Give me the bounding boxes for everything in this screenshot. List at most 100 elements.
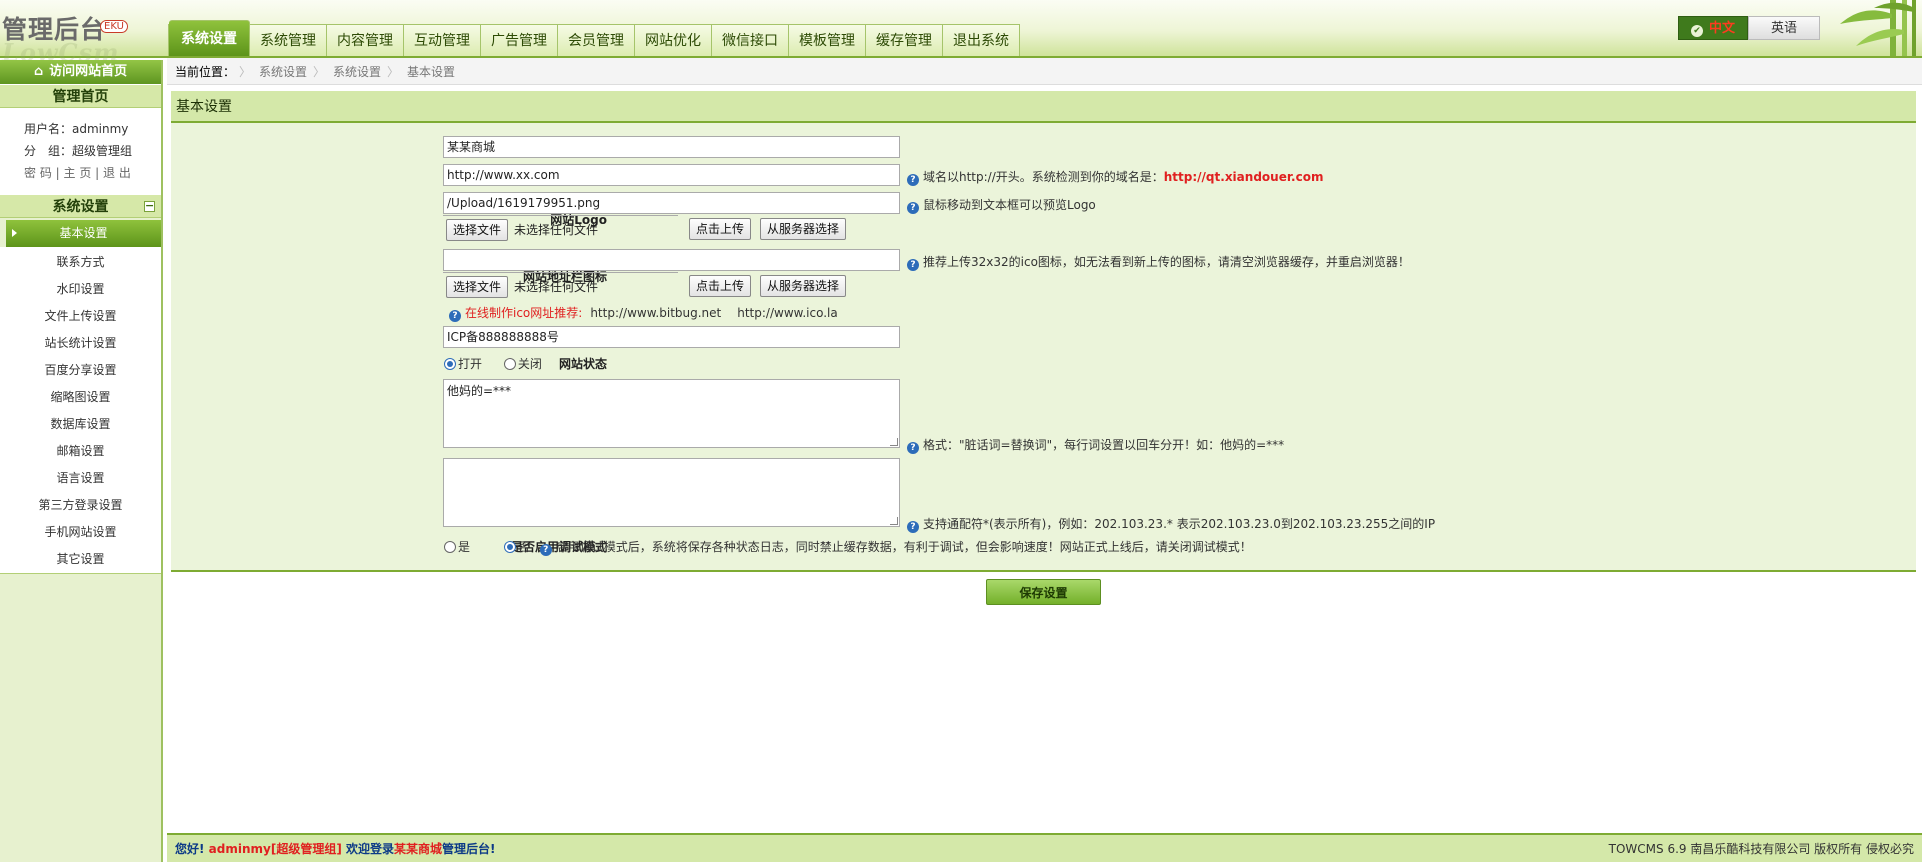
- ip-filter-hint: ? 支持通配符*(表示所有)，例如：202.103.23.* 表示202.103.…: [907, 515, 1435, 533]
- favicon-file-picker: 选择文件 未选择任何文件: [443, 272, 678, 300]
- breadcrumb-item[interactable]: 基本设置: [387, 63, 467, 80]
- site-name-input[interactable]: 某某商城: [443, 136, 900, 158]
- welcome-message: 您好! adminmy[超级管理组] 欢迎登录某某商城管理后台!: [175, 840, 496, 857]
- save-settings-button[interactable]: 保存设置: [986, 579, 1101, 605]
- tab-ad-management[interactable]: 广告管理: [481, 24, 558, 56]
- word-filter-textarea[interactable]: 他妈的=***: [443, 379, 900, 448]
- site-domain-hint-text: 域名以http://开头。系统检测到你的域名是：: [923, 170, 1164, 184]
- bamboo-decoration-icon: [1840, 0, 1916, 56]
- site-logo-input[interactable]: /Upload/1619179951.png: [443, 192, 900, 214]
- resize-handle-icon[interactable]: [890, 517, 898, 525]
- breadcrumb-item[interactable]: 系统设置: [313, 63, 393, 80]
- sidebar-item-file-upload[interactable]: 文件上传设置: [0, 303, 161, 330]
- sidebar-item-thumbnail[interactable]: 缩略图设置: [0, 384, 161, 411]
- sidebar-item-watermark[interactable]: 水印设置: [0, 276, 161, 303]
- visit-site-label: 访问网站首页: [49, 64, 128, 79]
- favicon-input[interactable]: [443, 249, 900, 271]
- username: 用户名：adminmy: [24, 122, 129, 136]
- sidebar-item-mobile-site[interactable]: 手机网站设置: [0, 519, 161, 546]
- site-logo-hint-text: 鼠标移动到文本框可以预览Logo: [923, 198, 1096, 212]
- icp-input[interactable]: ICP备888888888号: [443, 326, 900, 348]
- tab-logout[interactable]: 退出系统: [943, 24, 1020, 56]
- ip-filter-textarea[interactable]: [443, 458, 900, 527]
- logo-no-file-text: 未选择任何文件: [514, 223, 599, 237]
- status-closed-radio[interactable]: [503, 358, 516, 370]
- sidebar-item-contact[interactable]: 联系方式: [0, 249, 161, 276]
- status-open-radio[interactable]: [444, 358, 456, 370]
- site-domain-input[interactable]: http://www.xx.com: [443, 164, 900, 186]
- home-icon: ⌂: [33, 64, 44, 79]
- favicon-server-select-button[interactable]: 从服务器选择: [760, 275, 847, 297]
- detected-domain: http://qt.xiandouer.com: [1163, 170, 1324, 184]
- word-filter-hint-text: 格式："脏话词=替换词"，每行词设置以回车分开！如：他妈的=***: [923, 438, 1285, 452]
- tab-system-settings[interactable]: 系统设置: [169, 20, 250, 56]
- sidebar-item-other[interactable]: 其它设置: [0, 546, 161, 573]
- tab-member-management[interactable]: 会员管理: [558, 24, 635, 56]
- favicon-recommend: ? 在线制作ico网址推荐: http://www.bitbug.net http:/…: [449, 304, 838, 322]
- tab-interaction-management[interactable]: 互动管理: [404, 24, 481, 56]
- logo-upload-button[interactable]: 点击上传: [689, 218, 752, 240]
- side-menu: 基本设置 联系方式 水印设置 文件上传设置 站长统计设置 百度分享设置 缩略图设…: [0, 220, 161, 574]
- ip-filter-hint-text: 支持通配符*(表示所有)，例如：202.103.23.* 表示202.103.2…: [923, 517, 1436, 531]
- debug-no-label: 否: [517, 540, 530, 554]
- favicon-hint-text: 推荐上传32x32的ico图标，如无法看到新上传的图标，请清空浏览器缓存，并重启…: [923, 255, 1410, 269]
- home-link[interactable]: 主 页: [64, 166, 92, 180]
- tab-content-management[interactable]: 内容管理: [327, 24, 404, 56]
- help-icon: ?: [907, 174, 919, 186]
- lang-english-button[interactable]: 英语: [1748, 16, 1820, 40]
- welcome-site: 某某商城: [394, 842, 443, 856]
- welcome-prefix: 您好!: [175, 842, 205, 856]
- debug-yes-radio[interactable]: [444, 541, 456, 553]
- sidebar: ⌂ 访问网站首页 管理首页 用户名：adminmy 分 组：超级管理组 密 码 |…: [0, 60, 163, 862]
- system-settings-section[interactable]: 系统设置 −: [0, 194, 161, 218]
- footer: 您好! adminmy[超级管理组] 欢迎登录某某商城管理后台! TOWCMS …: [167, 833, 1922, 862]
- tab-seo[interactable]: 网站优化: [635, 24, 712, 56]
- favicon-recommend-label: 在线制作ico网址推荐:: [465, 306, 583, 320]
- breadcrumb-item[interactable]: 系统设置: [239, 63, 319, 80]
- bitbug-link[interactable]: http://www.bitbug.net: [590, 306, 721, 320]
- sidebar-item-site-stats[interactable]: 站长统计设置: [0, 330, 161, 357]
- help-icon: ?: [907, 202, 919, 214]
- site-logo-hint: ? 鼠标移动到文本框可以预览Logo: [907, 196, 1096, 214]
- change-password-link[interactable]: 密 码: [24, 166, 52, 180]
- check-icon: ✔: [1690, 25, 1703, 37]
- tab-template-management[interactable]: 模板管理: [789, 24, 866, 56]
- favicon-hint: ? 推荐上传32x32的ico图标，如无法看到新上传的图标，请清空浏览器缓存，并重…: [907, 253, 1410, 271]
- site-domain-hint: ? 域名以http://开头。系统检测到你的域名是：http://qt.xiand…: [907, 168, 1323, 186]
- debug-no-radio[interactable]: [503, 541, 516, 553]
- tab-wechat-api[interactable]: 微信接口: [712, 24, 789, 56]
- user-info: 用户名：adminmy 分 组：超级管理组 密 码 | 主 页 | 退 出: [0, 108, 161, 194]
- resize-handle-icon[interactable]: [890, 438, 898, 446]
- logout-link[interactable]: 退 出: [103, 166, 131, 180]
- tab-system-management[interactable]: 系统管理: [250, 24, 327, 56]
- user-links: 密 码 | 主 页 | 退 出: [24, 166, 131, 180]
- favicon-upload-button[interactable]: 点击上传: [689, 275, 752, 297]
- welcome-user: adminmy[超级管理组]: [208, 842, 342, 856]
- language-switch: ✔ 中文 英语: [1678, 16, 1820, 40]
- user-group: 分 组：超级管理组: [24, 144, 133, 158]
- favicon-choose-file-button[interactable]: 选择文件: [446, 275, 509, 298]
- logo-file-picker: 选择文件 未选择任何文件: [443, 215, 678, 243]
- site-status-radios: 打开 关闭: [444, 355, 542, 372]
- icola-link[interactable]: http://www.ico.la: [737, 306, 837, 320]
- admin-home-title: 管理首页: [0, 84, 161, 108]
- sidebar-item-email[interactable]: 邮箱设置: [0, 438, 161, 465]
- sidebar-item-language[interactable]: 语言设置: [0, 465, 161, 492]
- favicon-no-file-text: 未选择任何文件: [514, 280, 599, 294]
- sidebar-item-basic-settings[interactable]: 基本设置: [0, 220, 161, 247]
- debug-mode-radios: 是 否 ? 启用调试模式后，系统将保存各种状态日志，同时禁止缓存数据，有利于调试，…: [444, 538, 1252, 556]
- help-icon: ?: [907, 442, 919, 454]
- collapse-icon[interactable]: −: [144, 200, 155, 212]
- sidebar-item-third-party-login[interactable]: 第三方登录设置: [0, 492, 161, 519]
- status-open-label: 打开: [458, 357, 483, 371]
- sidebar-item-baidu-share[interactable]: 百度分享设置: [0, 357, 161, 384]
- status-closed-label: 关闭: [517, 357, 542, 371]
- top-header: 管理后台 EKU LowCsm 系统设置 系统管理 内容管理 互动管理 广告管理…: [0, 0, 1922, 67]
- logo-server-select-button[interactable]: 从服务器选择: [760, 218, 847, 240]
- lang-chinese-button[interactable]: ✔ 中文: [1678, 16, 1748, 40]
- sidebar-item-database[interactable]: 数据库设置: [0, 411, 161, 438]
- visit-site-button[interactable]: ⌂ 访问网站首页: [0, 60, 161, 84]
- logo-choose-file-button[interactable]: 选择文件: [446, 218, 509, 241]
- welcome-mid: 欢迎登录: [346, 842, 395, 856]
- tab-cache-management[interactable]: 缓存管理: [866, 24, 943, 56]
